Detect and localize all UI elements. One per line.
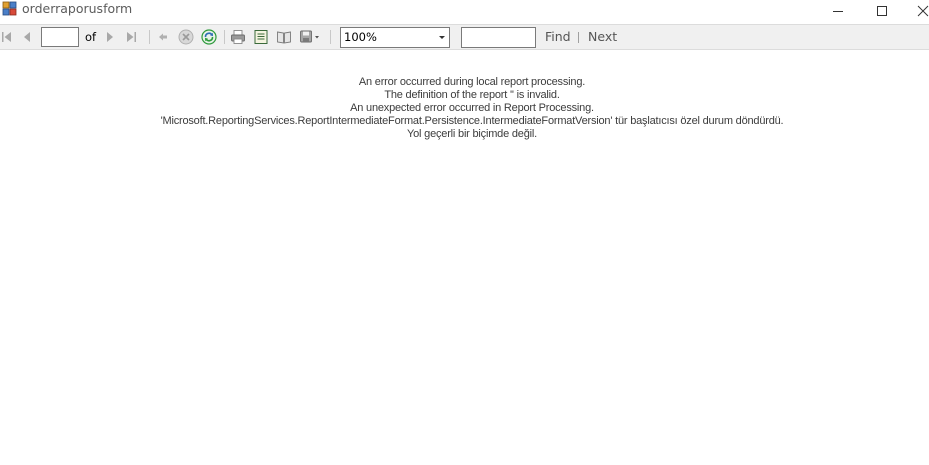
last-page-button[interactable] <box>122 25 140 49</box>
next-page-button[interactable] <box>101 25 119 49</box>
print-layout-button[interactable] <box>251 25 271 49</box>
error-line: 'Microsoft.ReportingServices.ReportInter… <box>160 115 784 127</box>
next-page-icon <box>107 32 113 42</box>
export-dropdown-button[interactable] <box>297 25 323 49</box>
find-separator <box>578 32 579 43</box>
title-bar: orderraporusform <box>0 0 929 24</box>
previous-page-icon <box>24 32 30 42</box>
page-number-input[interactable] <box>41 27 79 47</box>
error-line: Yol geçerli bir biçimde değil. <box>407 128 537 140</box>
report-viewer-area: An error occurred during local report pr… <box>0 50 929 465</box>
toolbar-separator <box>330 30 331 44</box>
back-icon <box>159 33 167 41</box>
minimize-icon <box>833 11 843 12</box>
stop-button[interactable] <box>176 25 196 49</box>
find-next-link[interactable]: Next <box>588 29 617 45</box>
maximize-icon <box>877 6 887 16</box>
refresh-icon <box>201 29 217 45</box>
first-page-icon <box>2 32 11 42</box>
stop-icon <box>178 29 194 45</box>
find-text-input[interactable] <box>461 27 536 48</box>
report-error-message: An error occurred during local report pr… <box>0 76 929 141</box>
error-line: The definition of the report '' is inval… <box>384 89 560 101</box>
previous-page-button[interactable] <box>18 25 36 49</box>
maximize-button[interactable] <box>859 0 905 22</box>
page-count-label: of <box>85 30 97 44</box>
first-page-button[interactable] <box>0 25 14 49</box>
zoom-value: 100% <box>344 30 377 44</box>
window-title: orderraporusform <box>22 1 133 16</box>
print-button[interactable] <box>228 25 248 49</box>
toolbar-separator <box>224 30 225 44</box>
last-page-icon <box>127 32 136 42</box>
refresh-button[interactable] <box>199 25 219 49</box>
zoom-select[interactable]: 100% <box>340 27 450 48</box>
error-line: An unexpected error occurred in Report P… <box>350 102 594 114</box>
find-link[interactable]: Find <box>545 29 571 45</box>
page-setup-icon <box>277 31 291 44</box>
close-icon <box>917 5 929 17</box>
page-setup-button[interactable] <box>274 25 294 49</box>
minimize-button[interactable] <box>815 0 861 22</box>
toolbar-separator <box>149 30 150 44</box>
report-toolbar: of 100% Find Next <box>0 24 929 50</box>
error-line: An error occurred during local report pr… <box>358 76 586 88</box>
close-button[interactable] <box>903 0 929 22</box>
export-icon <box>300 30 319 43</box>
print-layout-icon <box>254 30 268 44</box>
back-button[interactable] <box>154 25 172 49</box>
print-icon <box>231 30 245 44</box>
form-app-icon <box>2 1 17 16</box>
chevron-down-icon <box>439 36 445 39</box>
